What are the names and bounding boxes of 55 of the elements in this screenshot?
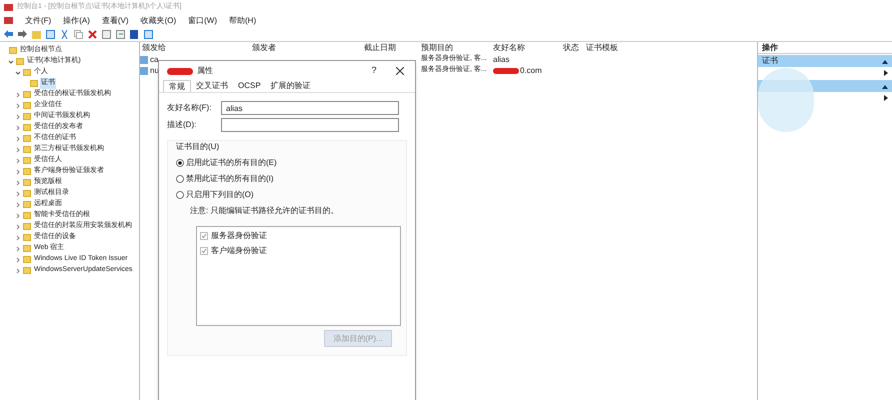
input-field[interactable] — [221, 118, 399, 132]
column-header[interactable]: 友好名称 — [491, 42, 561, 54]
section-header[interactable]: 证书 — [758, 55, 892, 67]
submenu-arrow-icon[interactable] — [884, 95, 888, 101]
purpose-label: 服务器身份验证 — [211, 230, 267, 242]
tab[interactable]: 常规 — [163, 80, 191, 92]
back-icon[interactable] — [4, 30, 13, 38]
purpose-label: 客户端身份验证 — [211, 245, 267, 257]
redaction-mark — [167, 68, 193, 74]
menu-item[interactable]: 操作(A) — [63, 14, 90, 26]
copy-icon[interactable] — [74, 30, 83, 38]
radio-label: 启用此证书的所有目的(E) — [186, 157, 277, 169]
menu-item[interactable]: 窗口(W) — [188, 14, 218, 26]
input-field[interactable]: alias — [221, 101, 399, 115]
checkbox[interactable] — [200, 247, 208, 255]
collapse-arrow-icon[interactable] — [882, 84, 888, 88]
close-button[interactable] — [393, 67, 407, 75]
cut-icon[interactable] — [60, 30, 69, 38]
field-label: 友好名称(F): — [167, 102, 212, 114]
panel-header: 操作 — [758, 42, 892, 54]
submenu-arrow-icon[interactable] — [884, 70, 888, 76]
menu-item[interactable]: 查看(V) — [102, 14, 129, 26]
panel-icon[interactable] — [46, 30, 55, 38]
column-header[interactable]: 证书模板 — [584, 42, 644, 54]
menu-item[interactable]: 收藏夹(O) — [140, 14, 176, 26]
menu-item[interactable]: 文件(F) — [25, 14, 52, 26]
note-text: 注意: 只能编辑证书路径允许的证书目的。 — [189, 205, 340, 217]
table-cell: alias — [493, 54, 510, 66]
table-cell: 0.com — [520, 64, 542, 76]
collapse-arrow-icon[interactable] — [882, 58, 888, 64]
delete-icon[interactable] — [88, 30, 97, 38]
column-header[interactable]: 颁发给 — [140, 42, 250, 54]
radio-button[interactable] — [176, 191, 184, 199]
tab[interactable]: 交叉证书 — [191, 80, 233, 92]
tab[interactable]: 扩展的验证 — [266, 80, 316, 92]
column-header[interactable]: 预期目的 — [419, 42, 491, 54]
radio-label: 只启用下列目的(O) — [186, 189, 254, 201]
close-icon — [396, 67, 404, 75]
radio-label: 禁用此证书的所有目的(I) — [186, 173, 274, 185]
column-header[interactable]: 截止日期 — [362, 42, 419, 54]
tab[interactable]: OCSP — [233, 80, 266, 92]
forward-icon[interactable] — [18, 30, 27, 38]
group-label: 证书目的(U) — [176, 141, 220, 153]
radio-button[interactable] — [176, 159, 184, 167]
panel-icon[interactable] — [144, 30, 153, 38]
table-cell: ca — [150, 54, 158, 66]
column-header[interactable]: 状态 — [561, 42, 584, 54]
field-label: 描述(D): — [167, 119, 198, 131]
checkbox[interactable] — [200, 232, 208, 240]
column-header[interactable]: 颁发者 — [250, 42, 362, 54]
menu-item[interactable]: 帮助(H) — [229, 14, 256, 26]
radio-button[interactable] — [176, 175, 184, 183]
dialog-title: 属性 — [197, 65, 213, 77]
help-button[interactable]: ? — [367, 64, 381, 78]
glare-overlay — [758, 68, 814, 132]
